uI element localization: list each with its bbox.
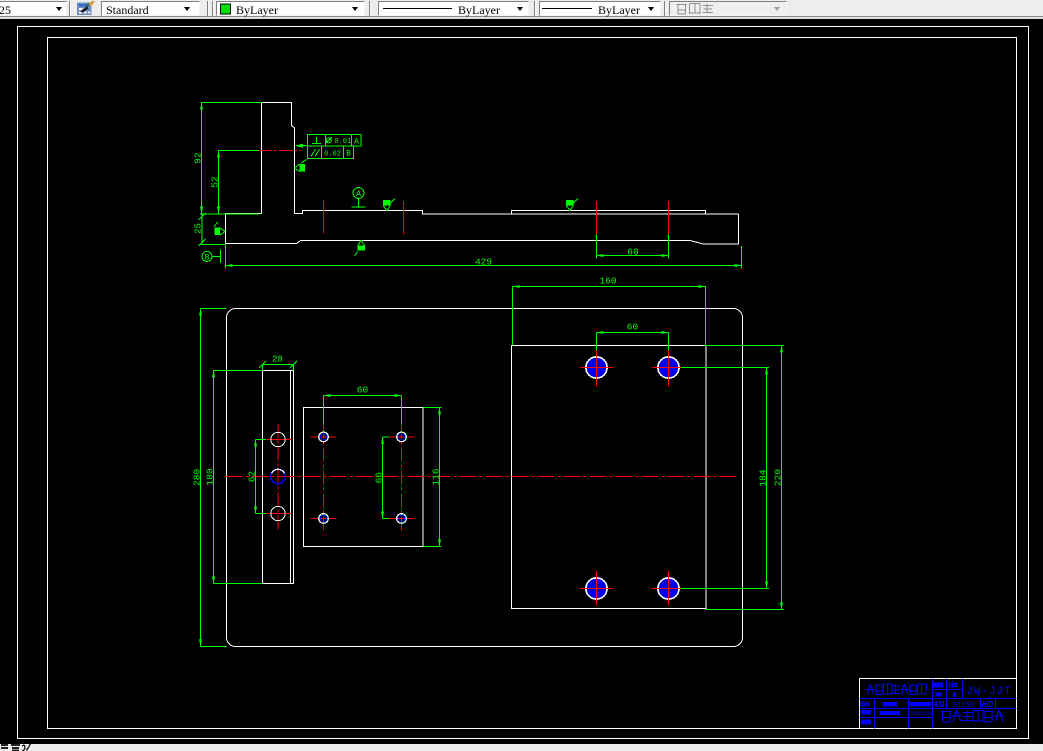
svg-text:116: 116	[431, 468, 442, 485]
svg-text:60: 60	[357, 385, 369, 396]
svg-text:B: B	[205, 253, 210, 262]
svg-text:160: 160	[599, 276, 616, 287]
svg-text:52: 52	[210, 176, 221, 188]
svg-text:A: A	[354, 137, 359, 146]
svg-text:429: 429	[475, 257, 492, 268]
svg-text:25: 25	[194, 223, 204, 234]
svg-text:280: 280	[192, 469, 203, 486]
svg-text:HT150: HT150	[953, 702, 974, 710]
svg-text:184: 184	[758, 469, 769, 486]
svg-text:60: 60	[627, 247, 639, 258]
svg-text:66: 66	[374, 472, 385, 484]
svg-text:JW-JJT: JW-JJT	[966, 686, 1011, 698]
svg-text:28: 28	[272, 355, 283, 365]
svg-text:B: B	[346, 150, 351, 159]
svg-text:60: 60	[627, 322, 639, 333]
svg-text:F2001004: F2001004	[908, 711, 933, 717]
svg-text:220: 220	[773, 469, 784, 486]
svg-text:92: 92	[193, 152, 204, 164]
svg-text:A: A	[356, 190, 361, 199]
svg-text:0.01: 0.01	[334, 138, 351, 146]
svg-text:62: 62	[247, 471, 258, 483]
svg-text:0.02: 0.02	[324, 151, 341, 159]
svg-text:180: 180	[205, 468, 216, 485]
